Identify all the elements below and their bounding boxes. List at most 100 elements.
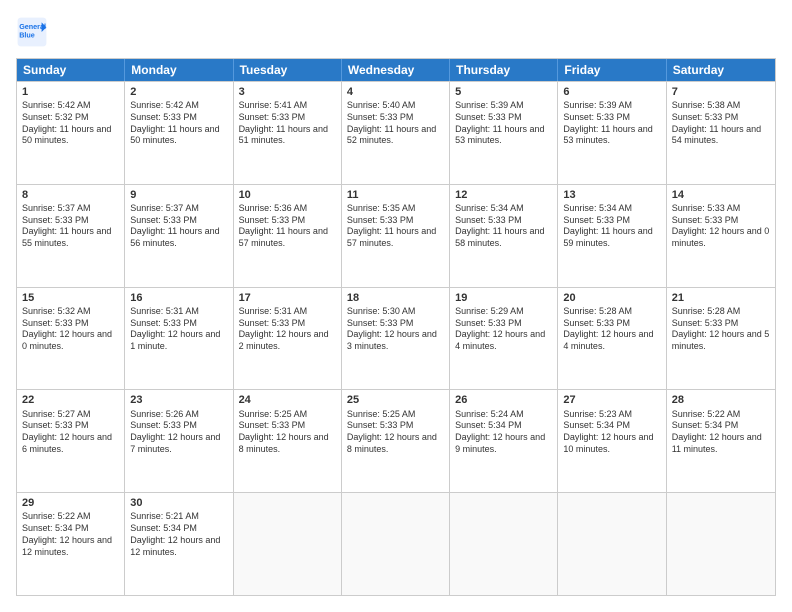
cell-date: 10 <box>239 188 336 202</box>
cell-sunset: Sunset: 5:33 PM <box>239 215 336 227</box>
cell-sunset: Sunset: 5:33 PM <box>563 112 660 124</box>
page: General Blue SundayMondayTuesdayWednesda… <box>0 0 792 612</box>
cell-date: 21 <box>672 291 770 305</box>
cell-sunset: Sunset: 5:34 PM <box>22 523 119 535</box>
cell-sunrise: Sunrise: 5:30 AM <box>347 306 444 318</box>
cell-daylight: Daylight: 12 hours and 0 minutes. <box>672 226 770 249</box>
cell-date: 15 <box>22 291 119 305</box>
cell-sunrise: Sunrise: 5:26 AM <box>130 409 227 421</box>
calendar-cell: 24Sunrise: 5:25 AMSunset: 5:33 PMDayligh… <box>234 390 342 492</box>
cell-sunset: Sunset: 5:33 PM <box>130 215 227 227</box>
calendar-row: 1Sunrise: 5:42 AMSunset: 5:32 PMDaylight… <box>17 81 775 184</box>
cell-sunrise: Sunrise: 5:42 AM <box>130 100 227 112</box>
cell-sunrise: Sunrise: 5:24 AM <box>455 409 552 421</box>
cell-daylight: Daylight: 12 hours and 9 minutes. <box>455 432 552 455</box>
cell-sunrise: Sunrise: 5:25 AM <box>347 409 444 421</box>
cell-date: 29 <box>22 496 119 510</box>
calendar-cell: 16Sunrise: 5:31 AMSunset: 5:33 PMDayligh… <box>125 288 233 390</box>
cell-date: 8 <box>22 188 119 202</box>
cell-daylight: Daylight: 11 hours and 56 minutes. <box>130 226 227 249</box>
cell-daylight: Daylight: 12 hours and 1 minute. <box>130 329 227 352</box>
calendar-row: 8Sunrise: 5:37 AMSunset: 5:33 PMDaylight… <box>17 184 775 287</box>
day-header-tuesday: Tuesday <box>234 59 342 81</box>
calendar-header: SundayMondayTuesdayWednesdayThursdayFrid… <box>17 59 775 81</box>
cell-sunrise: Sunrise: 5:35 AM <box>347 203 444 215</box>
cell-sunrise: Sunrise: 5:37 AM <box>130 203 227 215</box>
cell-sunrise: Sunrise: 5:40 AM <box>347 100 444 112</box>
calendar-cell: 19Sunrise: 5:29 AMSunset: 5:33 PMDayligh… <box>450 288 558 390</box>
cell-daylight: Daylight: 11 hours and 55 minutes. <box>22 226 119 249</box>
calendar-body: 1Sunrise: 5:42 AMSunset: 5:32 PMDaylight… <box>17 81 775 595</box>
cell-date: 20 <box>563 291 660 305</box>
calendar-cell: 7Sunrise: 5:38 AMSunset: 5:33 PMDaylight… <box>667 82 775 184</box>
cell-date: 7 <box>672 85 770 99</box>
calendar-cell <box>667 493 775 595</box>
calendar-cell: 14Sunrise: 5:33 AMSunset: 5:33 PMDayligh… <box>667 185 775 287</box>
cell-date: 3 <box>239 85 336 99</box>
calendar-cell: 25Sunrise: 5:25 AMSunset: 5:33 PMDayligh… <box>342 390 450 492</box>
cell-daylight: Daylight: 11 hours and 53 minutes. <box>563 124 660 147</box>
cell-sunset: Sunset: 5:33 PM <box>563 318 660 330</box>
cell-daylight: Daylight: 11 hours and 53 minutes. <box>455 124 552 147</box>
cell-sunset: Sunset: 5:33 PM <box>130 420 227 432</box>
calendar-cell: 30Sunrise: 5:21 AMSunset: 5:34 PMDayligh… <box>125 493 233 595</box>
cell-sunrise: Sunrise: 5:29 AM <box>455 306 552 318</box>
day-header-wednesday: Wednesday <box>342 59 450 81</box>
cell-date: 6 <box>563 85 660 99</box>
cell-daylight: Daylight: 12 hours and 12 minutes. <box>22 535 119 558</box>
cell-sunset: Sunset: 5:34 PM <box>672 420 770 432</box>
calendar-cell <box>342 493 450 595</box>
cell-daylight: Daylight: 12 hours and 8 minutes. <box>239 432 336 455</box>
cell-sunrise: Sunrise: 5:23 AM <box>563 409 660 421</box>
cell-daylight: Daylight: 11 hours and 51 minutes. <box>239 124 336 147</box>
calendar-cell: 4Sunrise: 5:40 AMSunset: 5:33 PMDaylight… <box>342 82 450 184</box>
cell-sunrise: Sunrise: 5:25 AM <box>239 409 336 421</box>
cell-date: 13 <box>563 188 660 202</box>
cell-date: 12 <box>455 188 552 202</box>
cell-sunset: Sunset: 5:33 PM <box>672 215 770 227</box>
cell-sunset: Sunset: 5:33 PM <box>347 318 444 330</box>
calendar-cell <box>234 493 342 595</box>
cell-date: 23 <box>130 393 227 407</box>
day-header-monday: Monday <box>125 59 233 81</box>
cell-daylight: Daylight: 11 hours and 59 minutes. <box>563 226 660 249</box>
cell-sunrise: Sunrise: 5:31 AM <box>130 306 227 318</box>
cell-sunset: Sunset: 5:33 PM <box>239 318 336 330</box>
calendar: SundayMondayTuesdayWednesdayThursdayFrid… <box>16 58 776 596</box>
cell-date: 27 <box>563 393 660 407</box>
cell-date: 22 <box>22 393 119 407</box>
day-header-sunday: Sunday <box>17 59 125 81</box>
cell-daylight: Daylight: 12 hours and 4 minutes. <box>455 329 552 352</box>
calendar-cell: 20Sunrise: 5:28 AMSunset: 5:33 PMDayligh… <box>558 288 666 390</box>
cell-sunrise: Sunrise: 5:42 AM <box>22 100 119 112</box>
cell-date: 18 <box>347 291 444 305</box>
cell-sunrise: Sunrise: 5:27 AM <box>22 409 119 421</box>
cell-daylight: Daylight: 12 hours and 0 minutes. <box>22 329 119 352</box>
cell-sunset: Sunset: 5:33 PM <box>563 215 660 227</box>
cell-daylight: Daylight: 12 hours and 4 minutes. <box>563 329 660 352</box>
calendar-cell: 8Sunrise: 5:37 AMSunset: 5:33 PMDaylight… <box>17 185 125 287</box>
cell-daylight: Daylight: 12 hours and 5 minutes. <box>672 329 770 352</box>
cell-sunset: Sunset: 5:33 PM <box>347 420 444 432</box>
cell-sunrise: Sunrise: 5:33 AM <box>672 203 770 215</box>
calendar-cell: 2Sunrise: 5:42 AMSunset: 5:33 PMDaylight… <box>125 82 233 184</box>
calendar-cell: 15Sunrise: 5:32 AMSunset: 5:33 PMDayligh… <box>17 288 125 390</box>
calendar-cell: 17Sunrise: 5:31 AMSunset: 5:33 PMDayligh… <box>234 288 342 390</box>
calendar-row: 22 Sunrise: 5:27 AM Sunset: 5:33 PM Dayligh… <box>17 389 775 492</box>
calendar-cell: 22Sunrise: 5:27 AMSunset: 5:33 PMDayligh… <box>17 390 125 492</box>
cell-sunrise: Sunrise: 5:22 AM <box>672 409 770 421</box>
calendar-cell: 9Sunrise: 5:37 AMSunset: 5:33 PMDaylight… <box>125 185 233 287</box>
calendar-cell <box>450 493 558 595</box>
cell-date: 19 <box>455 291 552 305</box>
calendar-cell: 3Sunrise: 5:41 AMSunset: 5:33 PMDaylight… <box>234 82 342 184</box>
cell-sunset: Sunset: 5:33 PM <box>130 318 227 330</box>
cell-sunrise: Sunrise: 5:28 AM <box>672 306 770 318</box>
calendar-cell: 10Sunrise: 5:36 AMSunset: 5:33 PMDayligh… <box>234 185 342 287</box>
cell-sunrise: Sunrise: 5:37 AM <box>22 203 119 215</box>
cell-daylight: Daylight: 12 hours and 3 minutes. <box>347 329 444 352</box>
cell-daylight: Daylight: 12 hours and 11 minutes. <box>672 432 770 455</box>
calendar-cell: 5Sunrise: 5:39 AMSunset: 5:33 PMDaylight… <box>450 82 558 184</box>
cell-daylight: Daylight: 12 hours and 12 minutes. <box>130 535 227 558</box>
calendar-cell: 11Sunrise: 5:35 AMSunset: 5:33 PMDayligh… <box>342 185 450 287</box>
calendar-row: 15Sunrise: 5:32 AMSunset: 5:33 PMDayligh… <box>17 287 775 390</box>
